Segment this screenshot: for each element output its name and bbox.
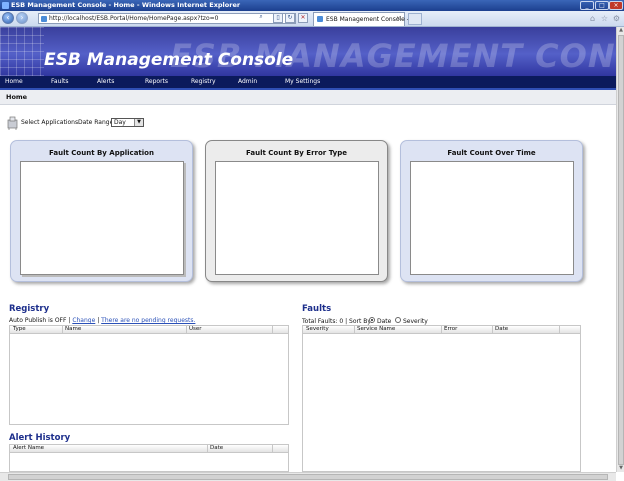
column-header-alert-name[interactable]: Alert Name [13, 445, 44, 451]
column-header-user[interactable]: User [189, 326, 202, 332]
scroll-up-icon[interactable]: ▲ [617, 27, 624, 34]
close-window-button[interactable]: × [609, 1, 623, 10]
date-range-value: Day [114, 119, 126, 126]
date-range-select[interactable]: Day ▼ [111, 118, 144, 127]
back-button[interactable]: ‹ [2, 12, 14, 24]
registry-grid: Type Name User [9, 325, 289, 425]
breadcrumb-home: Home [6, 93, 28, 101]
column-header-name[interactable]: Name [65, 326, 81, 332]
panel-title: Fault Count Over Time [447, 149, 536, 157]
chart-area[interactable] [215, 161, 379, 275]
column-header-date[interactable]: Date [210, 445, 223, 451]
ie-icon [2, 2, 9, 9]
column-header-error[interactable]: Error [444, 326, 457, 332]
scroll-down-icon[interactable]: ▼ [617, 465, 624, 472]
panel-title: Fault Count By Error Type [246, 149, 347, 157]
window-title-bar: ESB Management Console - Home - Windows … [0, 0, 624, 11]
panel-title: Fault Count By Application [49, 149, 154, 157]
page-icon [41, 16, 47, 22]
column-header-date[interactable]: Date [495, 326, 508, 332]
registry-grid-header: Type Name User [10, 326, 288, 334]
scroll-thumb[interactable] [618, 35, 624, 465]
home-icon[interactable]: ⌂ [588, 14, 597, 23]
nav-my-settings[interactable]: My Settings [285, 78, 320, 85]
select-applications-link[interactable]: Select Applications [21, 119, 78, 126]
nav-admin[interactable]: Admin [238, 78, 257, 85]
auto-publish-status: Auto Publish is OFF | Change | There are… [9, 317, 195, 324]
column-header-severity[interactable]: Severity [306, 326, 329, 332]
nav-home[interactable]: Home [5, 78, 23, 85]
main-nav: Home Faults Alerts Reports Registry Admi… [0, 76, 616, 90]
panel-fault-count-over-time: Fault Count Over Time [400, 140, 583, 282]
faults-grid-header: Severity Service Name Error Date [303, 326, 580, 334]
scroll-thumb[interactable] [8, 474, 608, 480]
sort-severity-label[interactable]: Severity [403, 318, 428, 325]
panel-fault-count-by-application: Fault Count By Application [10, 140, 193, 282]
nav-reports[interactable]: Reports [145, 78, 168, 85]
browser-tab-active[interactable]: ESB Management Console - ... × [313, 12, 417, 26]
tab-page-icon [317, 16, 323, 22]
alert-history-grid-header: Alert Name Date [10, 445, 288, 453]
faults-heading: Faults [302, 304, 332, 314]
vertical-scrollbar[interactable]: ▲ ▼ [616, 27, 624, 472]
new-tab-button[interactable] [408, 13, 422, 25]
nav-faults[interactable]: Faults [51, 78, 69, 85]
chevron-down-icon: ▼ [134, 119, 143, 126]
banner-grid-decoration [0, 27, 44, 76]
refresh-icon[interactable]: ↻ [285, 13, 295, 23]
change-link[interactable]: Change [72, 317, 95, 324]
sort-severity-radio[interactable] [395, 317, 401, 323]
address-url[interactable]: http://localhost/ESB.Portal/Home/HomePag… [49, 15, 218, 22]
applications-icon[interactable] [6, 116, 19, 130]
maximize-button[interactable]: □ [595, 1, 609, 10]
stop-icon[interactable]: ✕ [298, 13, 308, 23]
app-title: ESB Management Console [44, 50, 294, 70]
window-title: ESB Management Console - Home - Windows … [11, 1, 241, 9]
separator: | [97, 317, 100, 324]
tab-close-icon[interactable]: × [396, 15, 401, 22]
date-range-label: Date Range: [78, 119, 116, 126]
auto-publish-text: Auto Publish is OFF | [9, 317, 71, 324]
nav-alerts[interactable]: Alerts [97, 78, 114, 85]
sort-date-radio[interactable] [369, 317, 375, 323]
pending-requests-link[interactable]: There are no pending requests. [101, 317, 195, 324]
chart-area[interactable] [20, 161, 184, 275]
total-faults-label: Total Faults: 0 | Sort By: [302, 318, 373, 325]
faults-grid: Severity Service Name Error Date [302, 325, 581, 472]
column-header-type[interactable]: Type [13, 326, 26, 332]
header-banner: ESB MANAGEMENT CONSOLE ESB Management Co… [0, 27, 616, 76]
sort-date-label[interactable]: Date [377, 318, 391, 325]
nav-registry[interactable]: Registry [191, 78, 216, 85]
alert-history-heading: Alert History [9, 433, 71, 443]
column-header-service-name[interactable]: Service Name [357, 326, 395, 332]
panel-fault-count-by-error-type: Fault Count By Error Type [205, 140, 388, 282]
breadcrumb: Home [0, 90, 616, 105]
forward-button[interactable]: › [16, 12, 28, 24]
search-icon[interactable]: ⌕ [256, 13, 266, 23]
tab-title: ESB Management Console - ... [326, 16, 417, 23]
minimize-button[interactable]: _ [580, 1, 594, 10]
compatibility-view-icon[interactable]: ▯ [273, 13, 283, 23]
favorites-icon[interactable]: ☆ [600, 14, 609, 23]
alert-history-grid: Alert Name Date [9, 444, 289, 472]
chart-area[interactable] [410, 161, 574, 275]
tools-icon[interactable]: ⚙ [612, 14, 621, 23]
browser-toolbar: ‹ › http://localhost/ESB.Portal/Home/Hom… [0, 11, 624, 27]
registry-heading: Registry [9, 304, 50, 314]
